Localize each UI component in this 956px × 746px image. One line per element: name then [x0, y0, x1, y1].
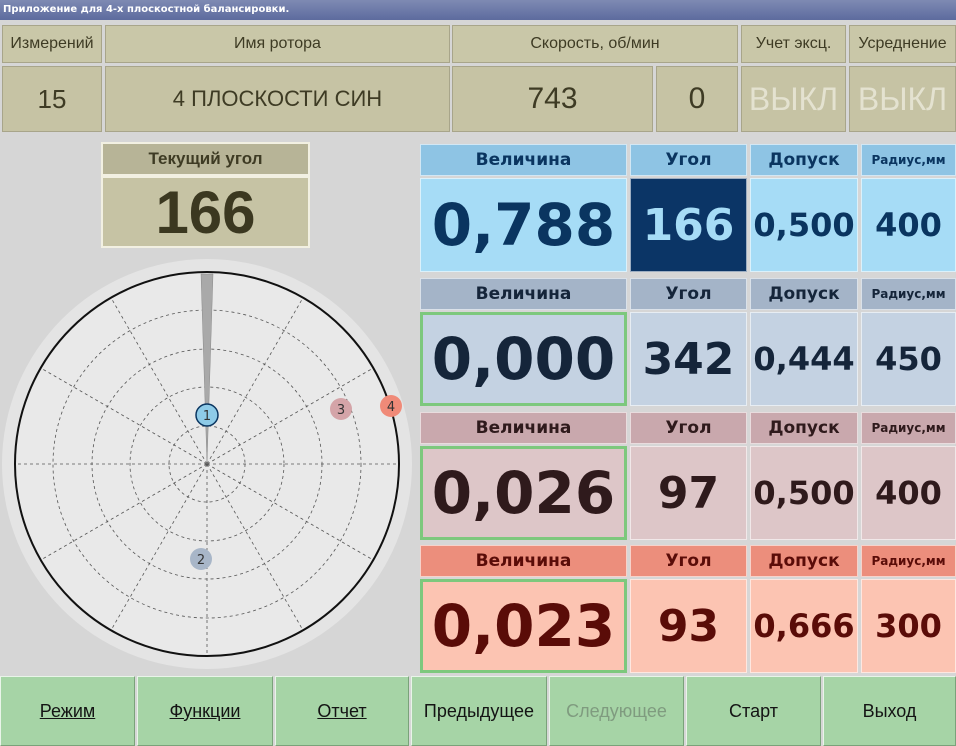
start-button-label: Старт: [729, 700, 778, 721]
start-button[interactable]: Старт: [686, 676, 821, 746]
plane-2-angle-label: Угол: [630, 278, 747, 310]
plane-1-radius-value: 400: [861, 178, 956, 272]
functions-button[interactable]: Функции: [137, 676, 273, 746]
plane-4-magnitude-value: 0,023: [420, 579, 627, 673]
plane-3-tolerance-value: 0,500: [750, 446, 858, 540]
plane-3-angle-label: Угол: [630, 412, 747, 444]
plane-4-angle-label: Угол: [630, 545, 747, 577]
plane-2-tolerance-value: 0,444: [750, 312, 858, 406]
averaging-label: Усреднение: [849, 25, 956, 63]
previous-button[interactable]: Предыдущее: [411, 676, 547, 746]
rotor-name-value: 4 ПЛОСКОСТИ СИН: [105, 66, 450, 132]
mode-button[interactable]: Режим: [0, 676, 135, 746]
plane-3-marker-label: 3: [337, 403, 345, 418]
plane-2-radius-label: Радиус,мм: [861, 278, 956, 310]
speed-value-secondary: 0: [656, 66, 738, 132]
plane-3-magnitude-label: Величина: [420, 412, 627, 444]
plane-3-tolerance-label: Допуск: [750, 412, 858, 444]
plane-3-marker: 3: [330, 398, 352, 420]
current-angle-value: 166: [101, 176, 310, 248]
next-button-label: Следующее: [566, 700, 667, 721]
measurements-label: Измерений: [2, 25, 102, 63]
plane-3-radius-label: Радиус,мм: [861, 412, 956, 444]
eccentricity-label: Учет эксц.: [741, 25, 846, 63]
report-button-label: Отчет: [317, 700, 367, 721]
plane-1-marker: 1: [195, 403, 219, 427]
current-angle-label: Текущий угол: [101, 142, 310, 176]
speed-value: 743: [452, 66, 653, 132]
plane-1-radius-label: Радиус,мм: [861, 144, 956, 176]
plane-1-tolerance-value: 0,500: [750, 178, 858, 272]
plane-1-angle-value: 166: [630, 178, 747, 272]
plane-1-marker-label: 1: [203, 409, 211, 424]
plane-2-angle-value: 342: [630, 312, 747, 406]
plane-4-tolerance-value: 0,666: [750, 579, 858, 673]
plane-4-marker-label: 4: [387, 400, 395, 415]
speed-label: Скорость, об/мин: [452, 25, 738, 63]
plane-2-magnitude-label: Величина: [420, 278, 627, 310]
plane-2-magnitude-value: 0,000: [420, 312, 627, 406]
plane-1-angle-label: Угол: [630, 144, 747, 176]
functions-button-label: Функции: [169, 700, 241, 721]
plane-4-radius-value: 300: [861, 579, 956, 673]
plane-3-radius-value: 400: [861, 446, 956, 540]
plane-3-angle-value: 97: [630, 446, 747, 540]
plane-2-marker: 2: [190, 548, 212, 570]
window-title: Приложение для 4-х плоскостной балансиро…: [0, 0, 956, 20]
plane-4-angle-value: 93: [630, 579, 747, 673]
plane-3-magnitude-value: 0,026: [420, 446, 627, 540]
rotor-name-label: Имя ротора: [105, 25, 450, 63]
previous-button-label: Предыдущее: [423, 700, 535, 721]
plane-4-radius-label: Радиус,мм: [861, 545, 956, 577]
averaging-toggle[interactable]: ВЫКЛ: [849, 66, 956, 132]
plane-4-marker: 4: [380, 395, 402, 417]
plane-4-tolerance-label: Допуск: [750, 545, 858, 577]
report-button[interactable]: Отчет: [275, 676, 409, 746]
plane-4-magnitude-label: Величина: [420, 545, 627, 577]
measurements-value: 15: [2, 66, 102, 132]
exit-button-label: Выход: [862, 700, 917, 721]
next-button[interactable]: Следующее: [549, 676, 684, 746]
plane-1-magnitude-value: 0,788: [420, 178, 627, 272]
plane-2-marker-label: 2: [197, 553, 205, 568]
eccentricity-toggle[interactable]: ВЫКЛ: [741, 66, 846, 132]
plane-2-tolerance-label: Допуск: [750, 278, 858, 310]
polar-plot: 1 2 3 4: [2, 259, 412, 669]
mode-button-label: Режим: [39, 700, 96, 721]
exit-button[interactable]: Выход: [823, 676, 956, 746]
plane-2-radius-value: 450: [861, 312, 956, 406]
plane-1-magnitude-label: Величина: [420, 144, 627, 176]
plane-1-tolerance-label: Допуск: [750, 144, 858, 176]
